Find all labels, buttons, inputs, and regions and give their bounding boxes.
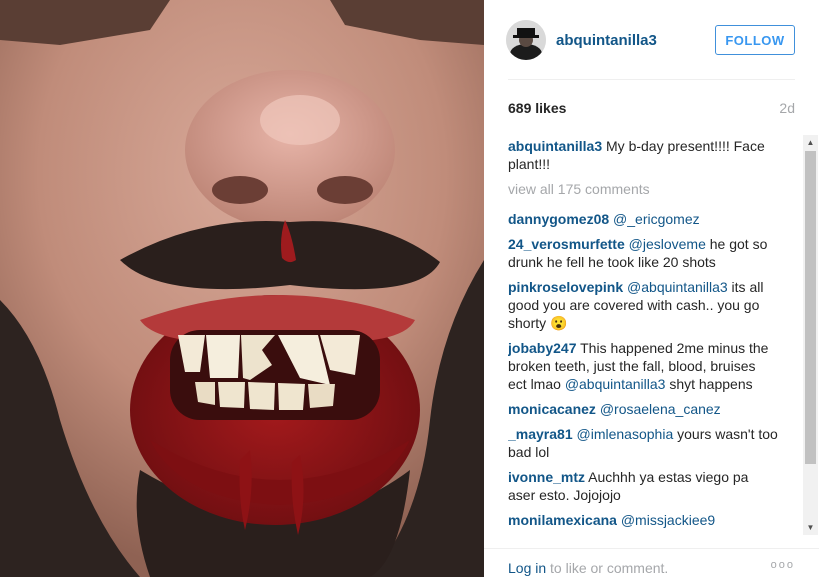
comment-username[interactable]: jobaby247: [508, 340, 576, 356]
post-image: [0, 0, 484, 577]
scroll-up-arrow-icon[interactable]: ▲: [803, 135, 818, 150]
view-all-comments-link[interactable]: view all 175 comments: [508, 180, 778, 198]
caption: abquintanilla3 My b-day present!!!! Face…: [508, 137, 778, 173]
post-author-username[interactable]: abquintanilla3: [556, 32, 657, 49]
comment-mention[interactable]: @rosaelena_canez: [600, 401, 721, 417]
comment-item: monicacanez @rosaelena_canez: [508, 400, 778, 418]
comment-mention[interactable]: @_ericgomez: [613, 211, 700, 227]
comment-mention[interactable]: @abquintanilla3: [627, 279, 728, 295]
comment-text: shyt happens: [665, 376, 753, 392]
comment-mention[interactable]: @jesloveme: [629, 236, 706, 252]
scroll-down-arrow-icon[interactable]: ▼: [803, 520, 818, 535]
login-prompt-text: to like or comment.: [546, 560, 669, 576]
comment-username[interactable]: pinkroselovepink: [508, 279, 623, 295]
comment-item: pinkroselovepink @abquintanilla3 its all…: [508, 278, 778, 332]
comment-mention[interactable]: @abquintanilla3: [565, 376, 666, 392]
comments-scrollbar[interactable]: ▲ ▼: [803, 135, 818, 535]
comment-item: monilamexicana @missjackiee9: [508, 511, 778, 529]
comment-mention[interactable]: @missjackiee9: [621, 512, 715, 528]
comment-item: dannygomez08 @_ericgomez: [508, 210, 778, 228]
comment-username[interactable]: dannygomez08: [508, 211, 609, 227]
follow-button[interactable]: FOLLOW: [715, 25, 795, 55]
comment-item: ivonne_mtz Auchhh ya estas viego pa aser…: [508, 468, 778, 504]
comment-items: dannygomez08 @_ericgomez 24_verosmurfette…: [508, 210, 778, 529]
comment-username[interactable]: monicacanez: [508, 401, 596, 417]
header-divider: [508, 79, 795, 80]
comment-item: _mayra81 @imlenasophia yours wasn't too …: [508, 425, 778, 461]
post-time[interactable]: 2d: [779, 100, 795, 116]
comment-item: jobaby247 This happened 2me minus the br…: [508, 339, 778, 393]
avatar[interactable]: [506, 20, 546, 60]
comment-username[interactable]: 24_verosmurfette: [508, 236, 625, 252]
more-options-icon[interactable]: ooo: [771, 559, 795, 571]
comment-username[interactable]: ivonne_mtz: [508, 469, 585, 485]
login-prompt: Log in to like or comment.: [508, 560, 668, 576]
post-photo: [0, 0, 484, 577]
comment-username[interactable]: _mayra81: [508, 426, 573, 442]
post-footer: Log in to like or comment. ooo: [484, 548, 819, 578]
post-header: abquintanilla3 FOLLOW: [484, 0, 819, 80]
post-sidebar: abquintanilla3 FOLLOW 689 likes 2d abqui…: [484, 0, 819, 577]
caption-username[interactable]: abquintanilla3: [508, 138, 602, 154]
comment-item: 24_verosmurfette @jesloveme he got so dr…: [508, 235, 778, 271]
avatar-image: [506, 20, 546, 60]
comment-username[interactable]: monilamexicana: [508, 512, 617, 528]
comments-list: abquintanilla3 My b-day present!!!! Face…: [508, 137, 778, 537]
login-link[interactable]: Log in: [508, 560, 546, 576]
likes-count[interactable]: 689 likes: [508, 100, 566, 116]
comment-mention[interactable]: @imlenasophia: [577, 426, 674, 442]
scrollbar-thumb[interactable]: [805, 151, 816, 464]
